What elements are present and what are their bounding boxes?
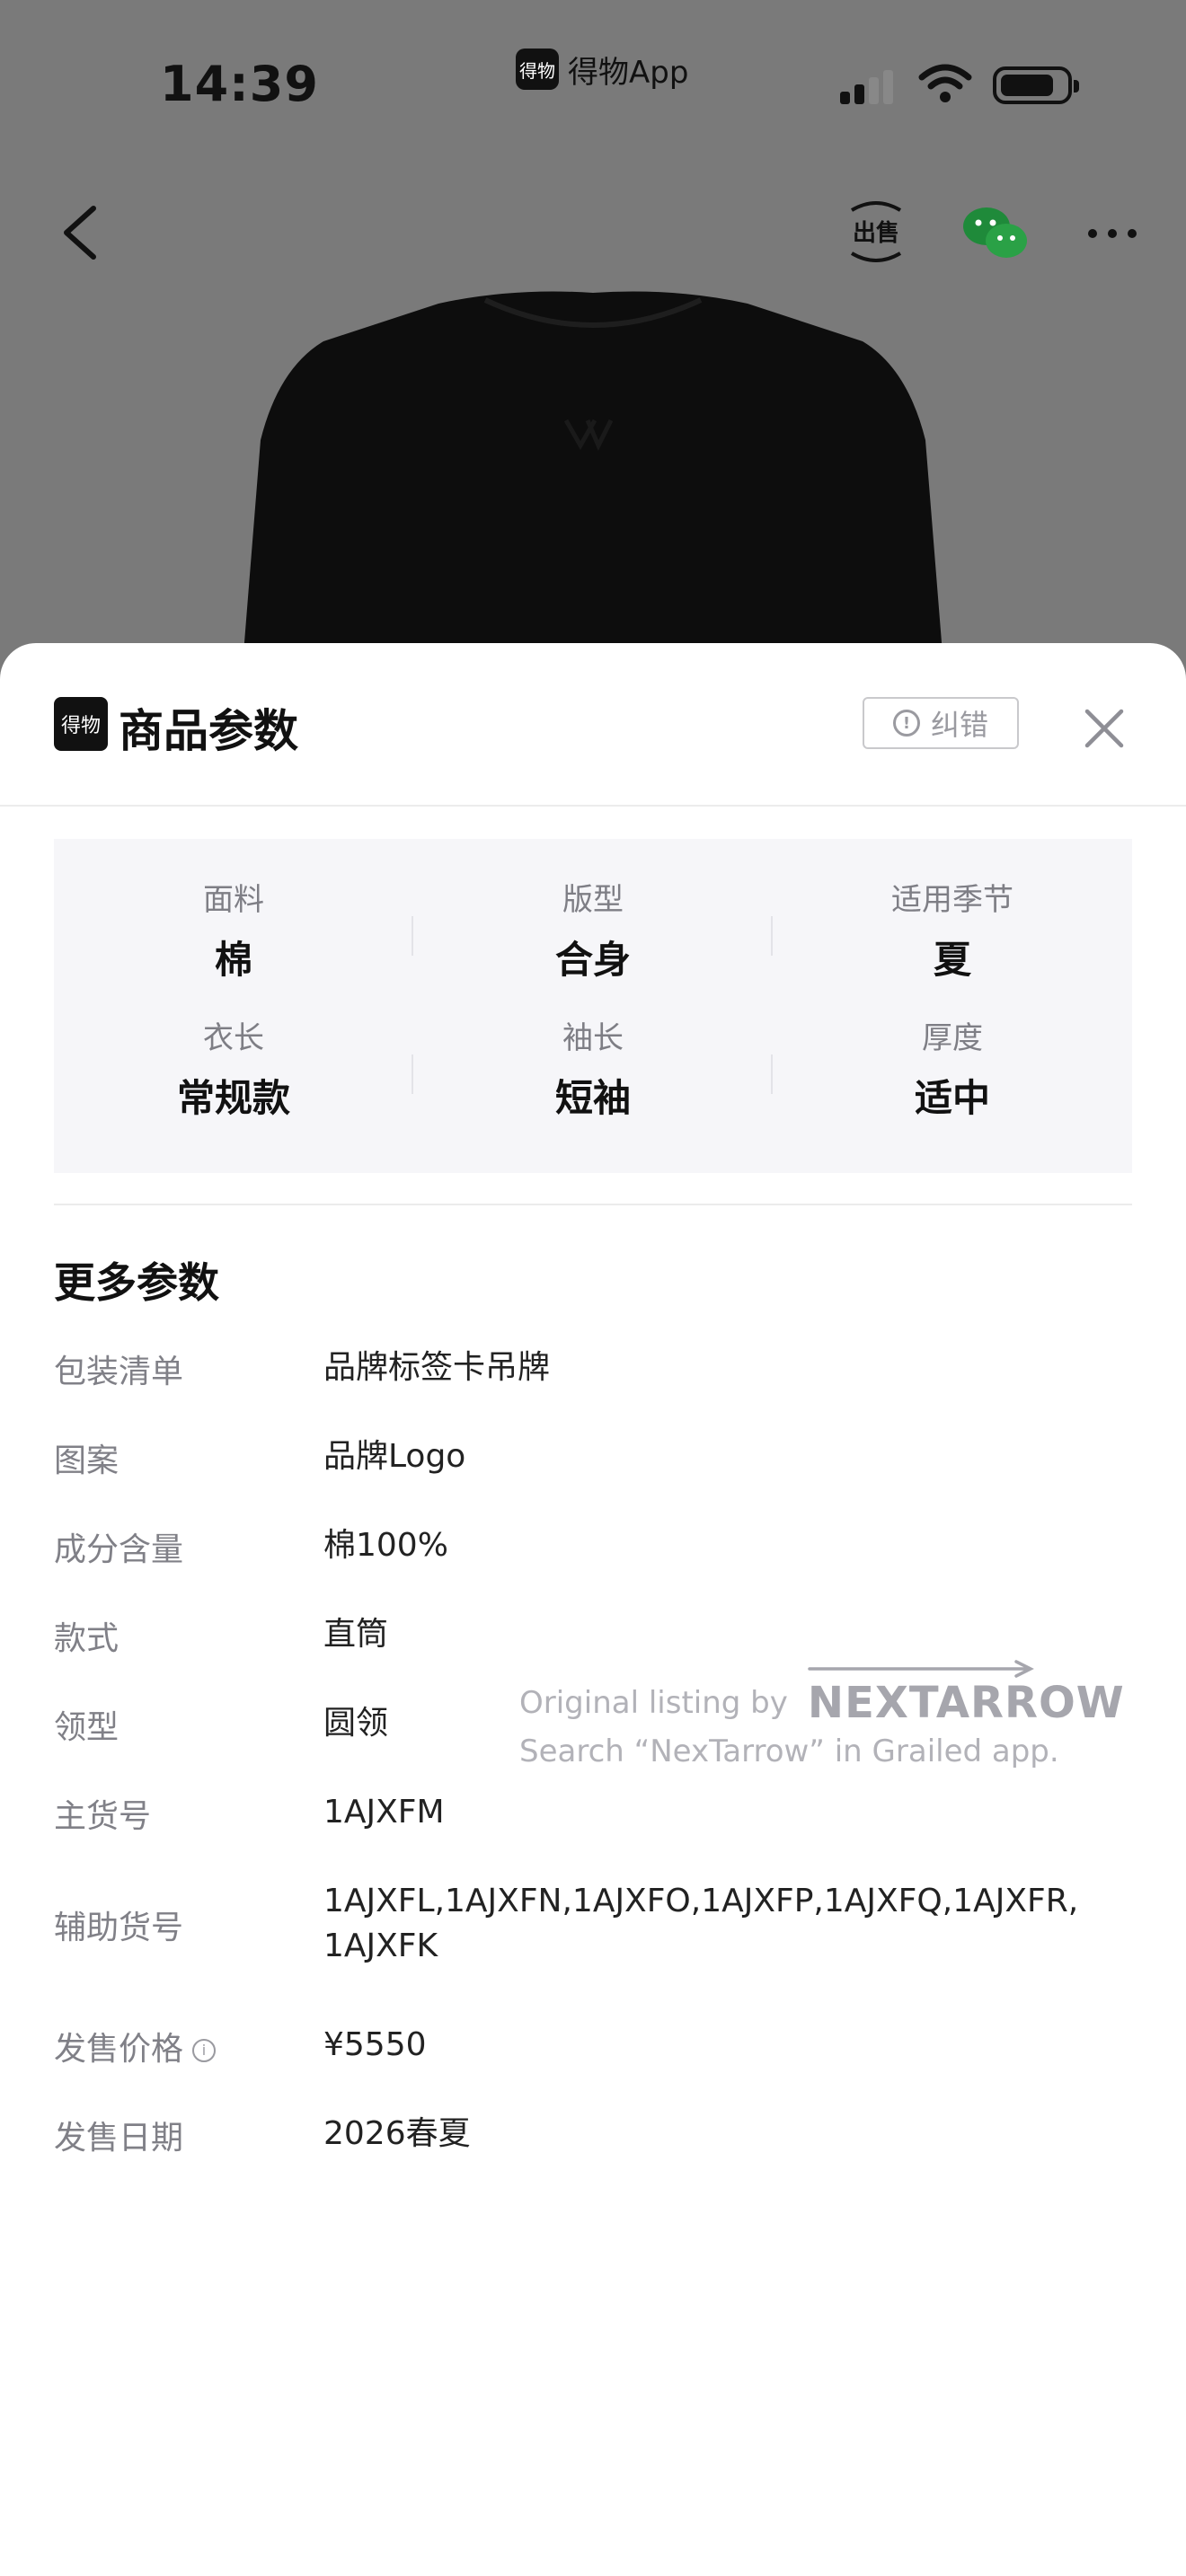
param-value: 直筒 xyxy=(323,1616,389,1653)
sheet-title: 商品参数 xyxy=(119,705,298,757)
key-param-label: 面料 xyxy=(203,882,264,918)
key-param-sleeve: 袖长 短袖 xyxy=(413,977,773,1120)
key-param-value: 夏 xyxy=(933,938,971,982)
param-value: 1AJXFL,1AJXFN,1AJXFO,1AJXFP,1AJXFQ,1AJXF… xyxy=(323,1883,1079,1964)
close-icon[interactable] xyxy=(1075,699,1134,758)
key-param-value: 短袖 xyxy=(554,1076,631,1120)
key-param-label: 适用季节 xyxy=(891,882,1013,918)
divider xyxy=(54,1204,1132,1205)
param-label: 发售日期 xyxy=(54,2120,184,2157)
key-param-length: 衣长 常规款 xyxy=(54,977,413,1120)
param-value: ¥5550 xyxy=(323,2026,427,2063)
key-param-value: 常规款 xyxy=(176,1076,290,1120)
wifi-icon xyxy=(918,64,972,102)
key-param-label: 厚度 xyxy=(922,1020,983,1056)
param-value: 1AJXFM xyxy=(323,1794,445,1831)
divider xyxy=(412,1054,413,1094)
exclamation-icon: ! xyxy=(892,710,920,737)
param-label-with-tip: 发售价格 i xyxy=(54,2023,217,2069)
key-params-grid: 面料 棉 版型 合身 适用季节 夏 衣长 常规款 袖长 短袖 厚度 适中 xyxy=(54,839,1132,1173)
param-value: 棉100% xyxy=(323,1527,448,1564)
app-logo-icon: 得物 xyxy=(516,49,559,90)
watermark-line-2: Search “NexTarrow” in Grailed app. xyxy=(519,1734,1059,1769)
status-bar: 14:39 得物 得物App xyxy=(0,0,1186,171)
key-param-fabric: 面料 棉 xyxy=(54,839,413,982)
cellular-signal-icon xyxy=(840,70,898,104)
info-icon[interactable]: i xyxy=(192,2039,217,2062)
more-params-title: 更多参数 xyxy=(54,1258,219,1307)
param-label: 图案 xyxy=(54,1442,119,1479)
key-param-value: 适中 xyxy=(914,1076,990,1120)
wechat-share-icon[interactable] xyxy=(961,203,1030,262)
key-param-fit: 版型 合身 xyxy=(413,839,773,982)
param-label: 成分含量 xyxy=(54,1531,184,1568)
status-time: 14:39 xyxy=(160,56,319,112)
divider xyxy=(412,916,413,956)
key-param-value: 棉 xyxy=(214,938,252,982)
key-param-label: 版型 xyxy=(562,882,624,918)
watermark-brand: NEXTARROW xyxy=(807,1660,1125,1728)
param-value: 品牌Logo xyxy=(323,1438,466,1475)
param-label: 款式 xyxy=(54,1620,119,1657)
param-label: 辅助货号 xyxy=(54,1910,184,1946)
app-name: 得物App xyxy=(568,54,689,91)
divider xyxy=(771,916,773,956)
key-param-season: 适用季节 夏 xyxy=(773,839,1132,982)
watermark-brand-text: NEXTARROW xyxy=(807,1678,1125,1728)
param-label: 发售价格 xyxy=(54,2031,184,2068)
report-error-button[interactable]: ! 纠错 xyxy=(863,697,1019,749)
key-param-label: 衣长 xyxy=(203,1020,264,1056)
param-label: 主货号 xyxy=(54,1798,152,1835)
watermark-line-1: Original listing by NEXTARROW xyxy=(519,1660,1125,1728)
back-to-app-indicator[interactable]: 得物 得物App xyxy=(516,47,688,92)
param-label: 领型 xyxy=(54,1709,119,1746)
sheet-header: 得物 商品参数 ! 纠错 xyxy=(0,643,1186,807)
product-params-sheet: 得物 商品参数 ! 纠错 面料 棉 版型 合身 适用季节 夏 衣长 常规款 袖长… xyxy=(0,643,1186,2576)
product-image[interactable] xyxy=(243,287,943,665)
watermark-prefix: Original listing by xyxy=(519,1685,788,1721)
watermark: Original listing by NEXTARROW Search “Ne… xyxy=(519,1660,1125,1769)
report-error-label: 纠错 xyxy=(930,708,988,742)
product-nav-bar: 出售 xyxy=(0,180,1186,287)
dewu-logo-icon: 得物 xyxy=(54,697,108,751)
more-options-icon[interactable] xyxy=(1084,207,1141,260)
param-value: 品牌标签卡吊牌 xyxy=(323,1349,551,1386)
param-value: 2026春夏 xyxy=(323,2115,471,2152)
key-param-value: 合身 xyxy=(554,938,631,982)
key-param-label: 袖长 xyxy=(562,1020,624,1056)
arrow-icon xyxy=(808,1660,1034,1678)
param-label: 包装清单 xyxy=(54,1354,184,1390)
divider xyxy=(771,1054,773,1094)
back-arrow-icon[interactable] xyxy=(54,201,108,264)
sell-label: 出售 xyxy=(853,219,899,247)
sell-button[interactable]: 出售 xyxy=(845,198,907,266)
battery-icon xyxy=(993,66,1079,104)
key-param-thickness: 厚度 适中 xyxy=(773,977,1132,1120)
